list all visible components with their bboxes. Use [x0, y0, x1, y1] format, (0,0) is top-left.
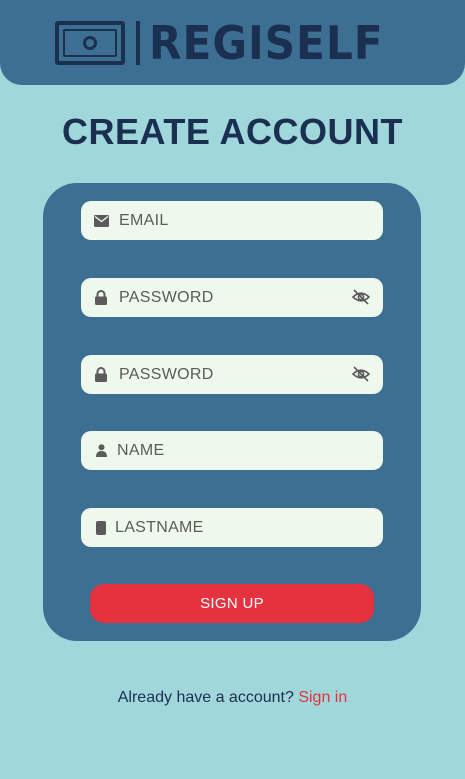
lastname-field[interactable]: LASTNAME	[81, 508, 383, 547]
page-title: CREATE ACCOUNT	[62, 111, 403, 152]
password-field[interactable]: PASSWORD	[81, 278, 383, 317]
email-placeholder: EMAIL	[119, 211, 169, 229]
sign-in-link[interactable]: Sign in	[298, 689, 347, 706]
confirm-password-placeholder: PASSWORD	[119, 365, 214, 383]
money-bill-icon	[55, 21, 125, 65]
name-placeholder: NAME	[117, 441, 165, 459]
name-field[interactable]: NAME	[81, 431, 383, 470]
confirm-password-field[interactable]: PASSWORD	[81, 355, 383, 394]
lock-icon	[92, 366, 110, 384]
sign-up-button[interactable]: SIGN UP	[90, 584, 374, 623]
id-badge-icon	[92, 519, 110, 537]
eye-slash-icon[interactable]	[351, 288, 371, 306]
app-logo: REGISELF	[55, 18, 415, 68]
lastname-placeholder: LASTNAME	[115, 518, 204, 536]
eye-slash-icon[interactable]	[351, 365, 371, 383]
password-placeholder: PASSWORD	[119, 288, 214, 306]
logo-wordmark: REGISELF	[149, 16, 384, 70]
signin-prompt-text: Already have a account?	[117, 689, 294, 706]
signup-form-panel: EMAIL PASSWORD PASSWORD NAME LASTNAME SI…	[43, 183, 421, 641]
envelope-icon	[92, 212, 110, 230]
user-icon	[92, 442, 110, 460]
header-bar: REGISELF	[0, 0, 465, 85]
signin-prompt: Already have a account? Sign in	[0, 689, 465, 707]
logo-divider	[136, 21, 140, 65]
lock-icon	[92, 289, 110, 307]
email-field[interactable]: EMAIL	[81, 201, 383, 240]
